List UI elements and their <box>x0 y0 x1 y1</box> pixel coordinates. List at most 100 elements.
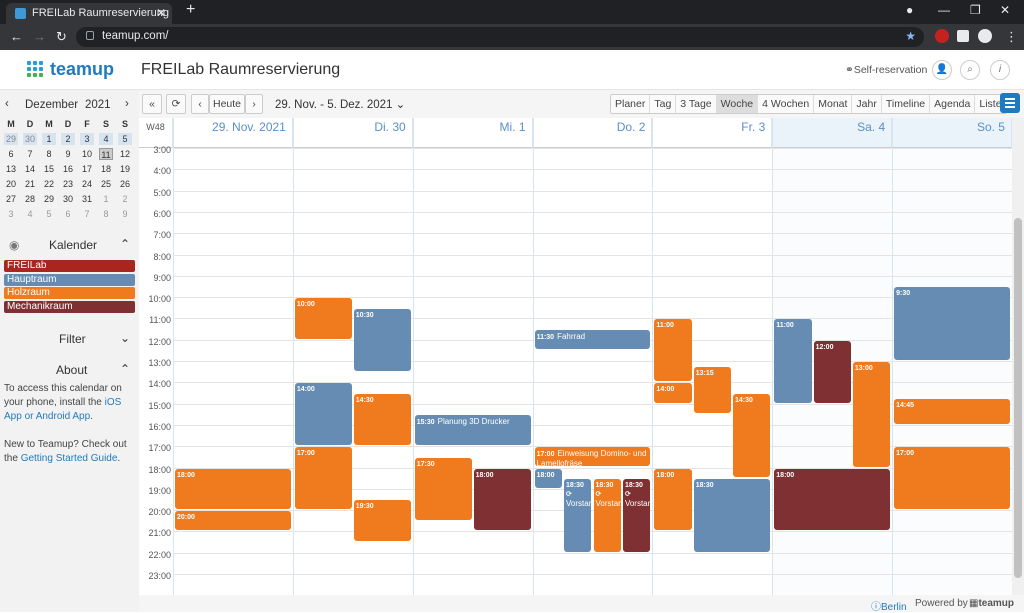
new-tab-icon[interactable]: + <box>186 1 195 19</box>
event-block[interactable]: 11:00 <box>654 319 692 382</box>
mini-day[interactable]: 24 <box>80 178 94 190</box>
event-block[interactable]: 13:15 <box>693 367 731 414</box>
mini-day[interactable]: 1 <box>99 193 113 205</box>
forward-icon[interactable]: → <box>33 29 46 44</box>
view-monat[interactable]: Monat <box>814 95 853 113</box>
event-block[interactable]: 18:00 <box>654 468 692 531</box>
about-section-header[interactable]: About ⌃ <box>0 361 139 379</box>
ublock-extension-icon[interactable] <box>935 29 949 43</box>
mini-day[interactable]: 9 <box>61 148 75 160</box>
mini-day[interactable]: 27 <box>4 193 18 205</box>
event-block[interactable]: 15:30 Planung 3D Drucker <box>414 415 531 446</box>
minimize-icon[interactable]: — <box>938 3 950 17</box>
event-block[interactable]: 17:00 Einweisung Domino- und Lamellofräse <box>534 447 651 467</box>
event-block[interactable]: 11:30 Fahrrad <box>534 330 651 350</box>
mini-day[interactable]: 29 <box>42 193 56 205</box>
view-tag[interactable]: Tag <box>650 95 677 113</box>
browser-menu-icon[interactable]: ⋮ <box>1005 29 1018 45</box>
event-block[interactable]: 19:30 <box>353 500 411 542</box>
mini-day[interactable]: 31 <box>80 193 94 205</box>
event-block[interactable]: 17:30 <box>414 457 472 520</box>
mini-day[interactable]: 3 <box>4 208 18 220</box>
mini-day[interactable]: 14 <box>23 163 37 175</box>
view-jahr[interactable]: Jahr <box>852 95 882 113</box>
event-block[interactable]: 14:30 <box>733 393 771 478</box>
event-block[interactable]: 10:30 <box>353 308 411 371</box>
calendar-item-holzraum[interactable]: Holzraum <box>4 287 135 299</box>
scrollbar[interactable] <box>1012 118 1024 595</box>
mini-day[interactable]: 25 <box>99 178 113 190</box>
day-header[interactable]: Fr. 3 <box>652 118 773 148</box>
event-block[interactable]: 14:45 <box>894 399 1010 424</box>
event-block[interactable]: 18:00 <box>774 468 891 531</box>
day-header[interactable]: Do. 2 <box>532 118 653 148</box>
view-timeline[interactable]: Timeline <box>882 95 931 113</box>
account-icon[interactable] <box>978 29 992 43</box>
event-block[interactable]: 14:00 <box>654 383 692 403</box>
mini-day[interactable]: 6 <box>61 208 75 220</box>
mini-day[interactable]: 17 <box>80 163 94 175</box>
mini-day[interactable]: 8 <box>42 148 56 160</box>
filter-section-header[interactable]: Filter ⌄ <box>0 330 139 348</box>
event-block[interactable]: 9:30 <box>894 287 1010 360</box>
view-planer[interactable]: Planer <box>611 95 651 113</box>
mini-day[interactable]: 11 <box>99 148 113 160</box>
event-block[interactable]: 17:00 <box>294 447 352 510</box>
event-block[interactable]: 18:30⟳Vorstandsabend <box>564 479 592 552</box>
prev-week-icon[interactable]: ‹ <box>191 94 209 114</box>
chevron-up-icon[interactable]: ⌃ <box>120 237 130 251</box>
view-4-wochen[interactable]: 4 Wochen <box>758 95 815 113</box>
mini-day[interactable]: 16 <box>61 163 75 175</box>
mini-day[interactable]: 5 <box>118 133 132 145</box>
prev-month-icon[interactable]: ‹ <box>5 98 9 110</box>
close-window-icon[interactable]: ✕ <box>1000 3 1010 17</box>
day-header[interactable]: Sa. 4 <box>772 118 893 148</box>
calendar-item-hauptraum[interactable]: Hauptraum <box>4 273 135 286</box>
menu-icon[interactable] <box>1000 93 1020 113</box>
mini-day[interactable]: 23 <box>61 178 75 190</box>
address-bar[interactable]: teamup.com/ ★ <box>76 27 924 47</box>
extensions-puzzle-icon[interactable] <box>957 30 969 42</box>
mini-day[interactable]: 30 <box>61 193 75 205</box>
mini-day[interactable]: 2 <box>118 193 132 205</box>
kalender-section-header[interactable]: ◉ Kalender ⌃ <box>0 236 139 254</box>
refresh-icon[interactable]: ⟳ <box>166 94 186 114</box>
collapse-sidebar-icon[interactable]: « <box>142 94 162 114</box>
view-woche[interactable]: Woche <box>716 95 759 113</box>
mini-day[interactable]: 7 <box>23 148 37 160</box>
getting-started-link[interactable]: Getting Started Guide <box>21 453 118 464</box>
event-block[interactable]: 14:30 <box>353 393 411 446</box>
mini-day[interactable]: 2 <box>61 133 75 145</box>
mini-day[interactable]: 6 <box>4 148 18 160</box>
mini-day[interactable]: 10 <box>80 148 94 160</box>
close-icon[interactable]: ✕ <box>156 6 166 20</box>
logo-text[interactable]: teamup <box>50 59 114 80</box>
mini-day[interactable]: 13 <box>4 163 18 175</box>
mini-day[interactable]: 12 <box>118 148 132 160</box>
user-icon[interactable]: 👤 <box>932 60 952 80</box>
event-block[interactable]: 13:00 <box>852 362 891 467</box>
back-icon[interactable]: ← <box>10 29 23 44</box>
date-range-dropdown[interactable]: 29. Nov. - 5. Dez. 2021 ⌄ <box>275 97 405 111</box>
day-header[interactable]: So. 5 <box>892 118 1012 148</box>
mini-day[interactable]: 3 <box>80 133 94 145</box>
browser-tab[interactable]: FREILab Raumreservierung | Team ✕ <box>6 3 172 24</box>
day-header[interactable]: Di. 30 <box>292 118 413 148</box>
restore-icon[interactable]: ❐ <box>970 3 981 17</box>
event-block[interactable]: 11:00 <box>774 319 812 403</box>
info-icon[interactable]: i <box>990 60 1010 80</box>
mini-day[interactable]: 15 <box>42 163 56 175</box>
footer-brand[interactable]: ▦teamup <box>969 598 1014 609</box>
event-block[interactable]: 18:30⟳Vorstandsabend <box>593 479 621 552</box>
mini-day[interactable]: 8 <box>99 208 113 220</box>
mini-day[interactable]: 21 <box>23 178 37 190</box>
event-block[interactable]: 18:00 <box>473 468 531 531</box>
mini-day[interactable]: 4 <box>23 208 37 220</box>
mini-day[interactable]: 30 <box>23 133 37 145</box>
calendar-item-freilab[interactable]: FREILab <box>4 260 135 272</box>
mini-day[interactable]: 18 <box>99 163 113 175</box>
event-block[interactable]: 18:00 <box>175 468 291 510</box>
day-header[interactable]: 29. Nov. 2021 <box>173 118 293 148</box>
next-month-icon[interactable]: › <box>125 98 129 110</box>
chevron-down-icon[interactable]: ⌄ <box>120 331 130 345</box>
